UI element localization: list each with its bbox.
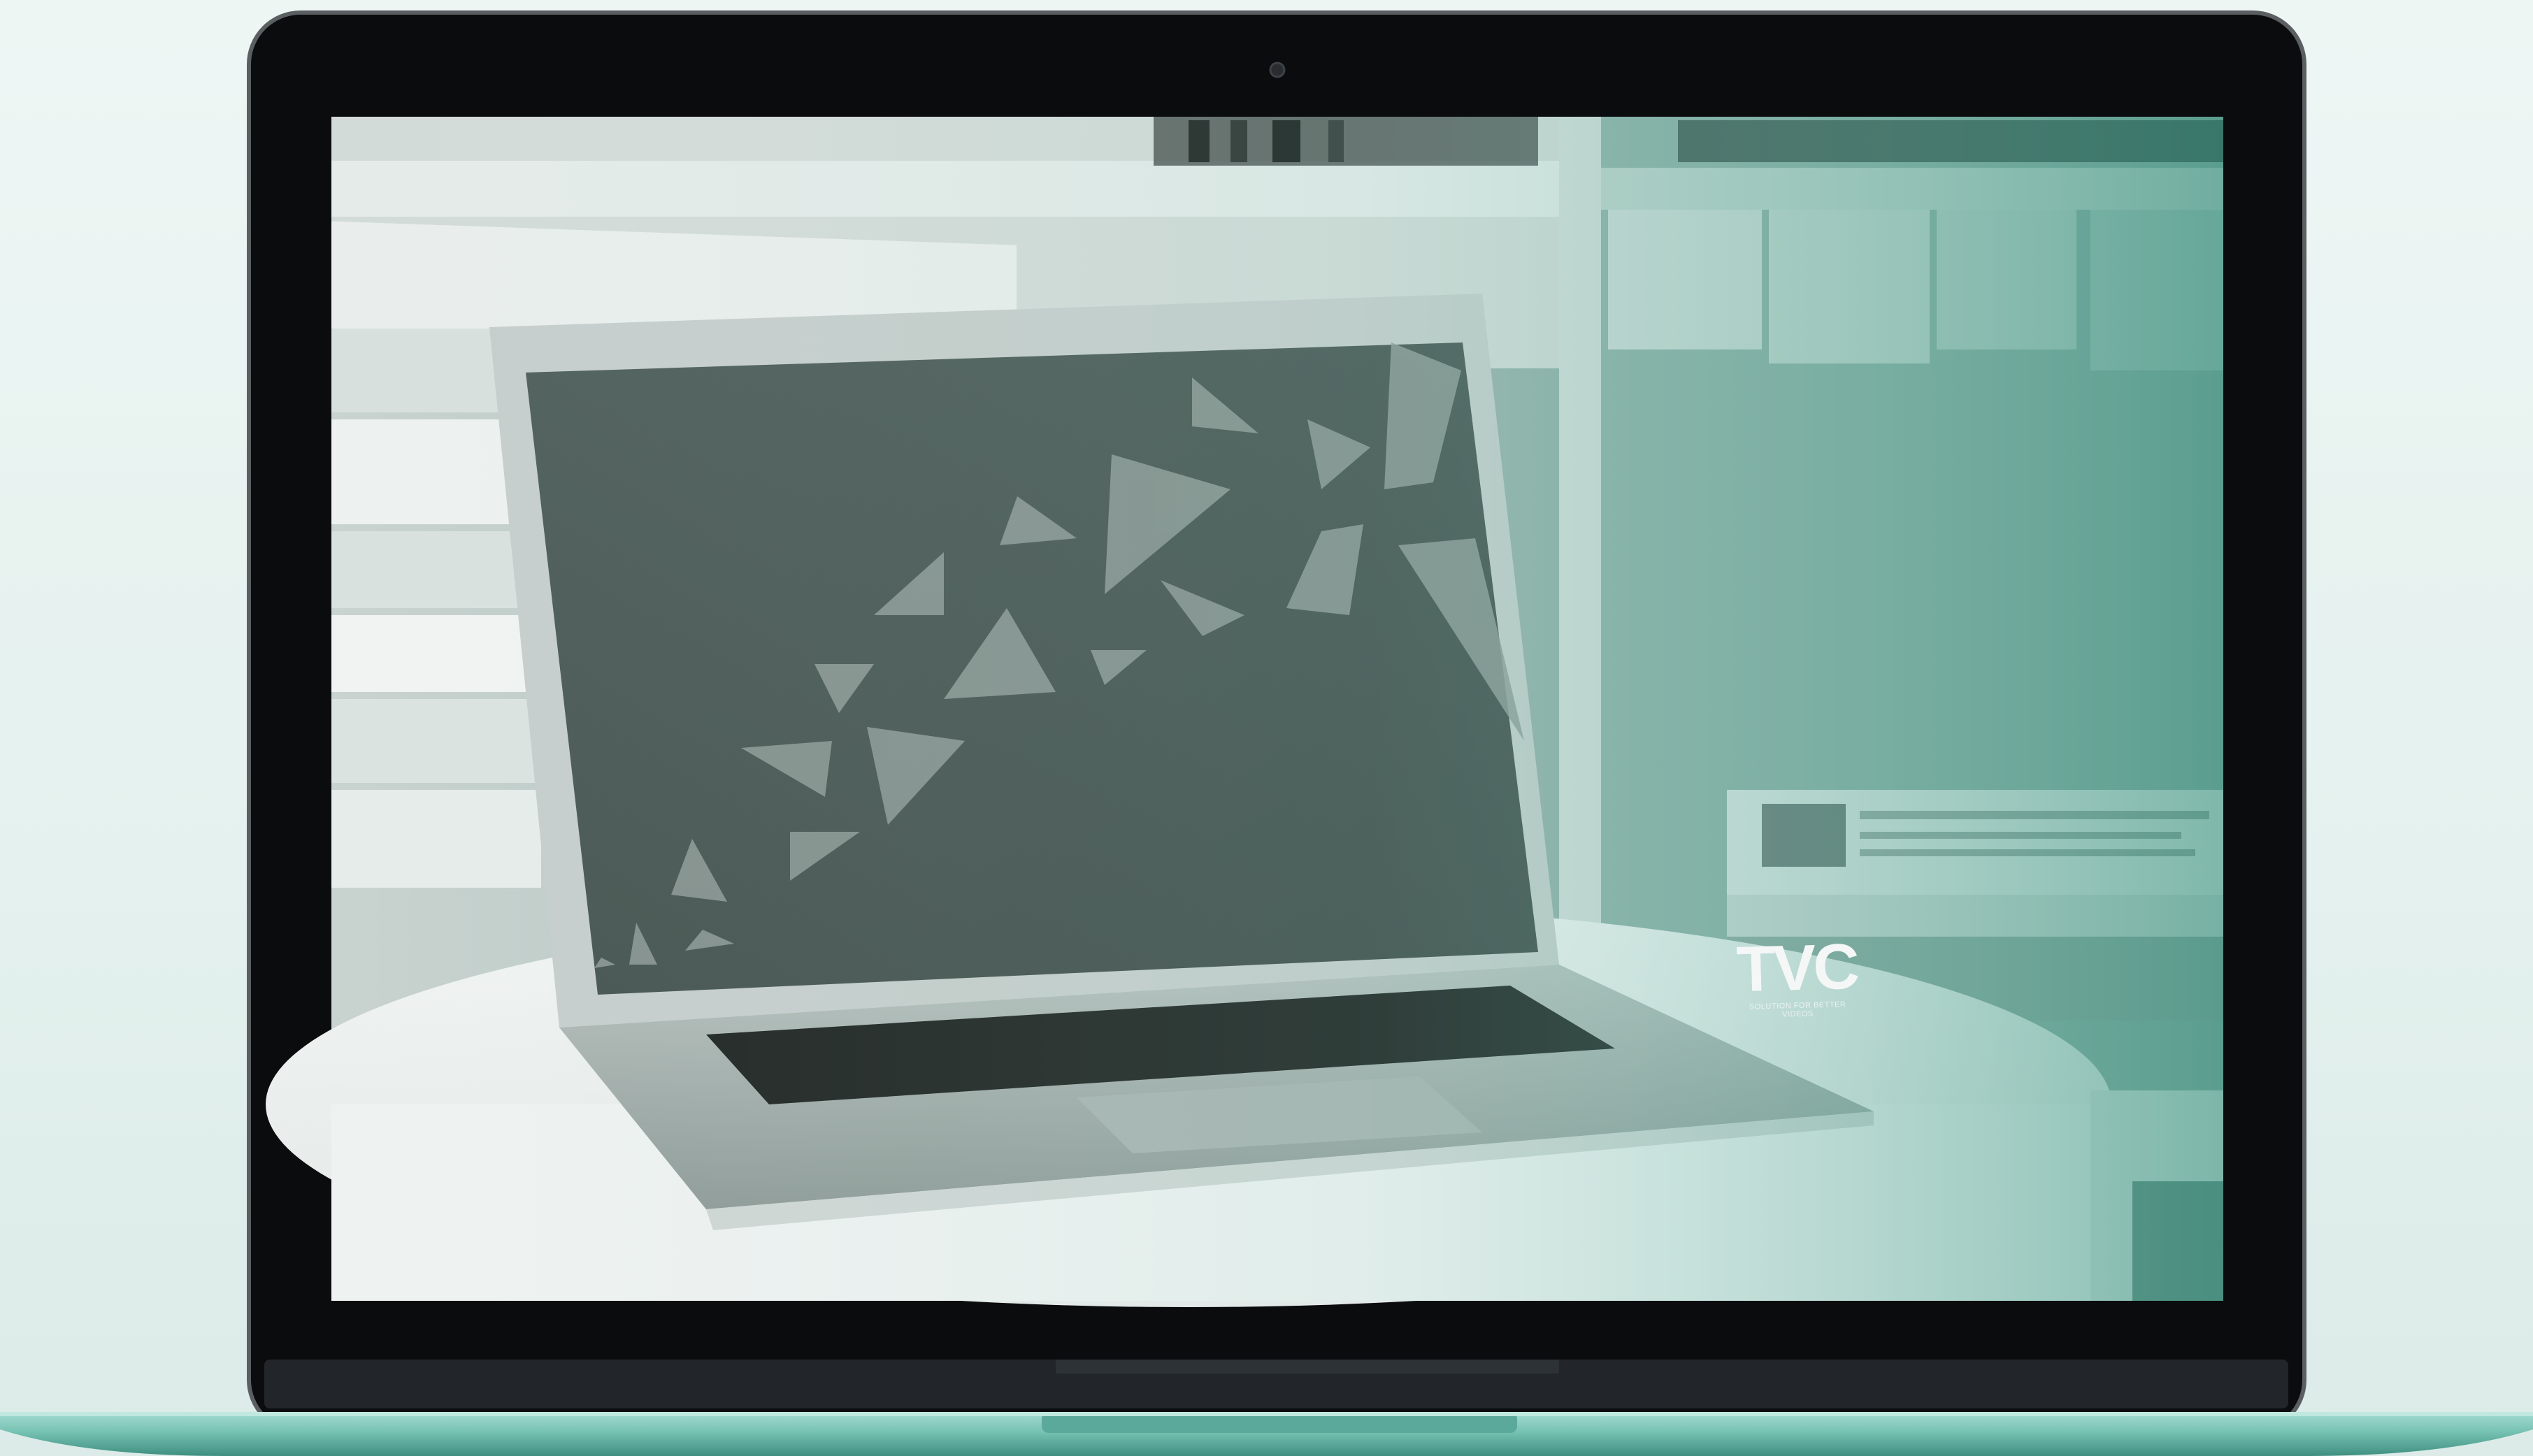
tvc-logo-tagline: SOLUTION FOR BETTER VIDEOS	[1749, 1000, 1846, 1019]
tvc-logo: TVC SOLUTION FOR BETTER VIDEOS	[1732, 930, 1863, 1019]
tvc-logo-mark: TVC	[1735, 930, 1858, 1006]
webcam-icon	[1269, 62, 1286, 78]
screen-overlay: TVC SOLUTION FOR BETTER VIDEOS	[331, 117, 2223, 1301]
laptop-base	[0, 1412, 2533, 1456]
laptop-mockup: TVC SOLUTION FOR BETTER VIDEOS	[0, 0, 2533, 1456]
